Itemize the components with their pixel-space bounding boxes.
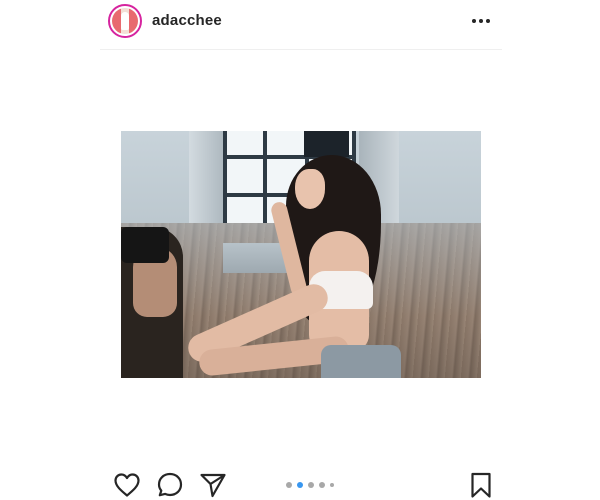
post-photo[interactable] (121, 131, 481, 378)
bookmark-icon[interactable] (466, 470, 496, 500)
more-options-icon[interactable] (470, 12, 492, 28)
comment-icon[interactable] (155, 470, 185, 500)
carousel-dot-active (297, 482, 303, 488)
carousel-dot (319, 482, 325, 488)
more-dot (472, 19, 476, 23)
share-icon-svg (200, 473, 226, 498)
avatar-image (112, 8, 138, 34)
post-header: adacchee (100, 0, 502, 50)
carousel-dot (308, 482, 314, 488)
more-dot (486, 19, 490, 23)
share-icon[interactable] (198, 470, 228, 500)
profile-avatar[interactable] (108, 4, 142, 38)
bookmark-icon-svg (471, 472, 491, 498)
photo-dark-column (304, 131, 349, 157)
figure-face (295, 169, 325, 209)
avatar-figure (121, 12, 129, 30)
carousel-dot (286, 482, 292, 488)
action-bar (100, 460, 502, 500)
carousel-indicator (286, 482, 346, 488)
carousel-dot (330, 483, 334, 487)
figure-shorts (321, 345, 401, 378)
comment-icon-svg (157, 472, 183, 497)
camera (121, 227, 169, 263)
username[interactable]: adacchee (152, 12, 222, 29)
more-dot (479, 19, 483, 23)
heart-icon-svg (114, 473, 140, 497)
heart-icon[interactable] (112, 470, 142, 500)
